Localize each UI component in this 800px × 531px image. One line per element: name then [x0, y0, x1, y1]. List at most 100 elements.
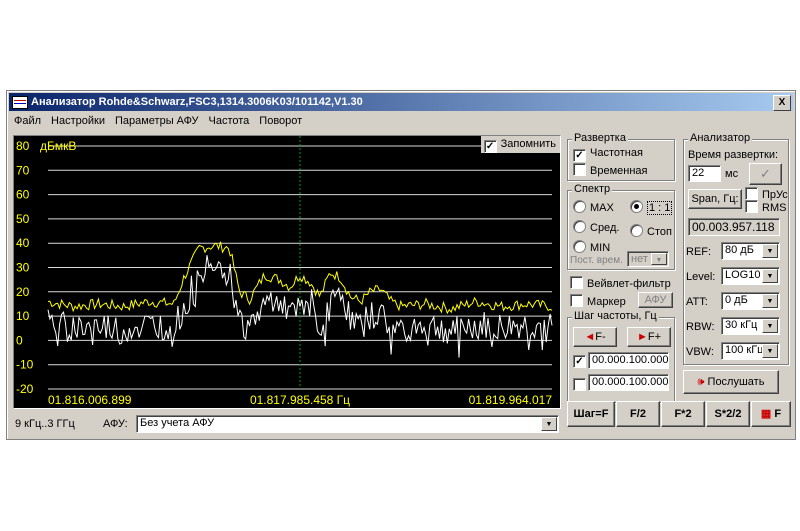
y-unit-label: дБмкВ [40, 139, 76, 153]
listen-label: Послушать [707, 376, 765, 388]
wavelet-option[interactable]: Вейвлет-фильтр [570, 276, 671, 290]
level-value: LOG10 [725, 269, 761, 281]
s-mul2-div2-button[interactable]: S*2/2 [706, 401, 750, 427]
chevron-down-icon: ▼ [762, 269, 778, 283]
chevron-down-icon: ▼ [541, 417, 557, 431]
step-equals-f-button[interactable]: Шаг=F [567, 401, 615, 427]
freq-step2-check-box[interactable] [573, 378, 586, 391]
sweep-time-caption: Время развертки: [688, 149, 779, 161]
apply-button[interactable]: ✓ [749, 163, 782, 185]
sweep-group-title: Развертка [572, 132, 628, 144]
pruc-option[interactable]: ПрУс [745, 187, 788, 201]
spectrum-stop-option[interactable]: Стоп [630, 224, 672, 238]
title-bar[interactable]: Анализатор Rohde&Schwarz,FSC3,1314.3006K… [9, 93, 793, 111]
sweep-frequency-option[interactable]: ✓ Частотная [573, 147, 643, 162]
spectrum-ratio-option[interactable]: 1 : 1 [630, 200, 673, 215]
y-tick-label: -20 [16, 382, 34, 396]
rbw-label: RBW: [686, 321, 715, 333]
spectrum-stop-radio[interactable] [630, 224, 643, 237]
spectrum-min-radio[interactable] [573, 240, 586, 253]
x-label-end: 01.819.964.017 [469, 393, 553, 407]
vbw-label: VBW: [686, 346, 714, 358]
rms-option[interactable]: RMS [745, 200, 786, 214]
freq-minus-button[interactable]: ◄F- [573, 327, 617, 347]
spectrum-avg-radio[interactable] [573, 220, 586, 233]
freq-step1-check-box[interactable]: ✓ [573, 355, 586, 368]
span-value-field: 00.003.957.118 [688, 218, 780, 236]
att-select[interactable]: 0 дБ ▼ [721, 292, 780, 310]
listen-button[interactable]: 🕪 Послушать [683, 370, 779, 394]
marker-check-box[interactable] [570, 294, 583, 307]
spectrum-chart: 80 70 60 50 40 30 20 10 0 -10 -20 дБмкВ 01.816.006.8… [16, 136, 553, 407]
level-select[interactable]: LOG10 ▼ [721, 267, 780, 285]
ref-select[interactable]: 80 дБ ▼ [721, 242, 780, 260]
freq-minus-label: F- [595, 331, 606, 343]
wavelet-label: Вейвлет-фильтр [587, 278, 671, 290]
speaker-icon: 🕪 [697, 376, 705, 388]
chart-icon: ▦ [760, 408, 772, 420]
span-button[interactable]: Span, Гц: [688, 189, 742, 209]
afu-value: Без учета АФУ [140, 417, 215, 429]
sweep-time-unit: мс [725, 168, 739, 180]
spectrum-max-radio[interactable] [573, 200, 586, 213]
ref-value: 80 дБ [725, 244, 754, 256]
freq-step1-input[interactable]: 00.000.100.000 [588, 352, 669, 369]
remember-check-box[interactable]: ✓ [483, 140, 497, 153]
spectrum-avg-option[interactable]: Сред. [573, 220, 619, 234]
sweep-frequency-check-box[interactable]: ✓ [573, 149, 586, 162]
y-tick-label: 0 [16, 333, 23, 347]
f-div2-button[interactable]: F/2 [616, 401, 660, 427]
y-tick-label: 30 [16, 261, 30, 275]
sweep-time-option[interactable]: Временная [573, 163, 647, 177]
sweep-time-label: Временная [590, 165, 648, 177]
menu-afu-params[interactable]: Параметры АФУ [110, 112, 204, 130]
menu-rotation[interactable]: Поворот [254, 112, 307, 130]
spectrum-const-label: Пост. врем. [570, 255, 623, 266]
menu-settings[interactable]: Настройки [46, 112, 110, 130]
arrow-left-icon: ◄ [584, 331, 596, 343]
close-button[interactable]: X [773, 95, 791, 111]
afu-select[interactable]: Без учета АФУ ▼ [136, 415, 559, 433]
spectrum-const-select[interactable]: нет ▼ [627, 251, 669, 267]
menu-frequency[interactable]: Частота [204, 112, 255, 130]
sweep-time-check-box[interactable] [573, 163, 586, 176]
marker-afu-button[interactable]: АФУ [638, 292, 673, 308]
sweep-frequency-label: Частотная [590, 147, 643, 159]
analyzer-group-title: Анализатор [688, 132, 753, 144]
spectrum-min-option[interactable]: MIN [573, 240, 610, 254]
rms-check-box[interactable] [745, 200, 758, 213]
chart-f-button[interactable]: ▦ F [751, 401, 791, 427]
spectrum-ratio-radio[interactable] [630, 200, 643, 213]
checkmark-icon: ✓ [760, 166, 771, 181]
y-tick-label: 40 [16, 236, 30, 250]
sweep-time-input[interactable]: 22 [688, 165, 721, 182]
marker-option[interactable]: Маркер [570, 294, 626, 308]
y-tick-label: 60 [16, 188, 30, 202]
chevron-down-icon: ▼ [651, 253, 667, 265]
f-mul2-button[interactable]: F*2 [661, 401, 705, 427]
vbw-value: 100 кГц [725, 344, 764, 356]
spectrum-max-label: MAX [590, 202, 614, 214]
pruc-check-box[interactable] [745, 187, 758, 200]
rbw-value: 30 кГц [725, 319, 758, 331]
y-tick-label: 70 [16, 163, 30, 177]
spectrum-plot[interactable]: 80 70 60 50 40 30 20 10 0 -10 -20 дБмкВ 01.816.006.8… [13, 135, 561, 409]
menu-file[interactable]: Файл [9, 112, 46, 130]
remember-checkbox[interactable]: ✓ Запомнить [480, 136, 560, 153]
y-tick-label: 20 [16, 285, 30, 299]
spectrum-stop-label: Стоп [647, 226, 672, 238]
chevron-down-icon: ▼ [762, 344, 778, 358]
vbw-select[interactable]: 100 кГц ▼ [721, 342, 780, 360]
y-tick-label: 50 [16, 212, 30, 226]
x-label-start: 01.816.006.899 [48, 393, 132, 407]
spectrum-max-option[interactable]: MAX [573, 200, 614, 214]
freq-step2-input[interactable]: 00.000.100.000 [588, 374, 669, 391]
wavelet-check-box[interactable] [570, 276, 583, 289]
arrow-right-icon: ► [636, 331, 648, 343]
rms-label: RMS [762, 202, 787, 214]
y-tick-label: 80 [16, 139, 30, 153]
freq-plus-button[interactable]: ►F+ [627, 327, 671, 347]
chevron-down-icon: ▼ [762, 244, 778, 258]
spectrum-group-title: Спектр [572, 183, 613, 195]
rbw-select[interactable]: 30 кГц ▼ [721, 317, 780, 335]
